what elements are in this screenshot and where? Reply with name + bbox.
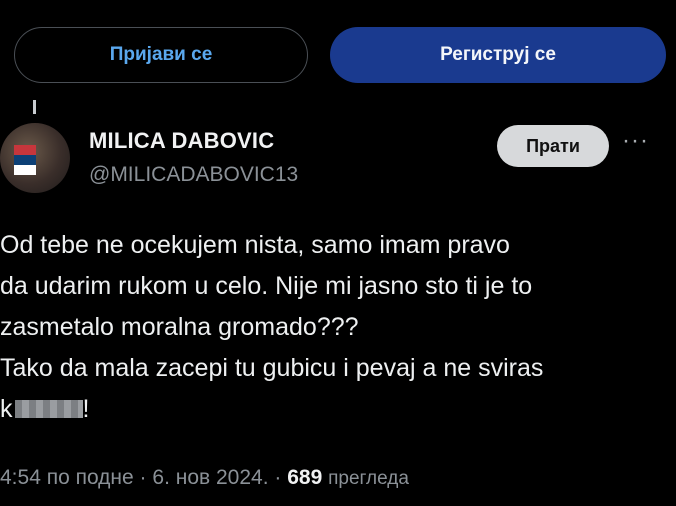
thread-connector xyxy=(33,100,36,114)
flag-icon xyxy=(14,145,36,175)
tweet-meta: 4:54 по подне · 6. нов 2024. · 689 прегл… xyxy=(0,466,409,490)
login-button[interactable]: Пријави се xyxy=(14,27,308,83)
tweet-line: Od tebe ne ocekujem nista, samo imam pra… xyxy=(0,231,510,259)
tweet-line-prefix: k xyxy=(0,395,13,423)
avatar[interactable] xyxy=(0,123,70,193)
separator: · xyxy=(268,466,288,489)
tweet-line: Tako da mala zacepi tu gubicu i pevaj a … xyxy=(0,354,544,382)
auth-bar: Пријави се Региструј се xyxy=(0,0,676,110)
tweet-date[interactable]: 6. нов 2024. xyxy=(152,466,268,489)
tweet-line: da udarim rukom u celo. Nije mi jasno st… xyxy=(0,272,533,300)
tweet-line-suffix: ! xyxy=(82,395,90,423)
views-count: 689 xyxy=(287,466,323,489)
more-options-icon[interactable]: ··· xyxy=(622,129,649,153)
author-handle[interactable]: @MILICADABOVIC13 xyxy=(89,163,298,187)
tweet-time[interactable]: 4:54 по подне xyxy=(0,466,134,489)
tweet-line: k! xyxy=(0,389,676,430)
views-label: прегледа xyxy=(328,468,409,489)
author-name[interactable]: MILICA DABOVIC xyxy=(89,128,274,154)
separator: · xyxy=(133,466,153,489)
register-button[interactable]: Региструј се xyxy=(330,27,666,83)
tweet-line: zasmetalo moralna gromado??? xyxy=(0,313,359,341)
censored-word xyxy=(14,400,83,418)
follow-button[interactable]: Прати xyxy=(497,125,609,167)
tweet-text: Od tebe ne ocekujem nista, samo imam pra… xyxy=(0,225,676,430)
